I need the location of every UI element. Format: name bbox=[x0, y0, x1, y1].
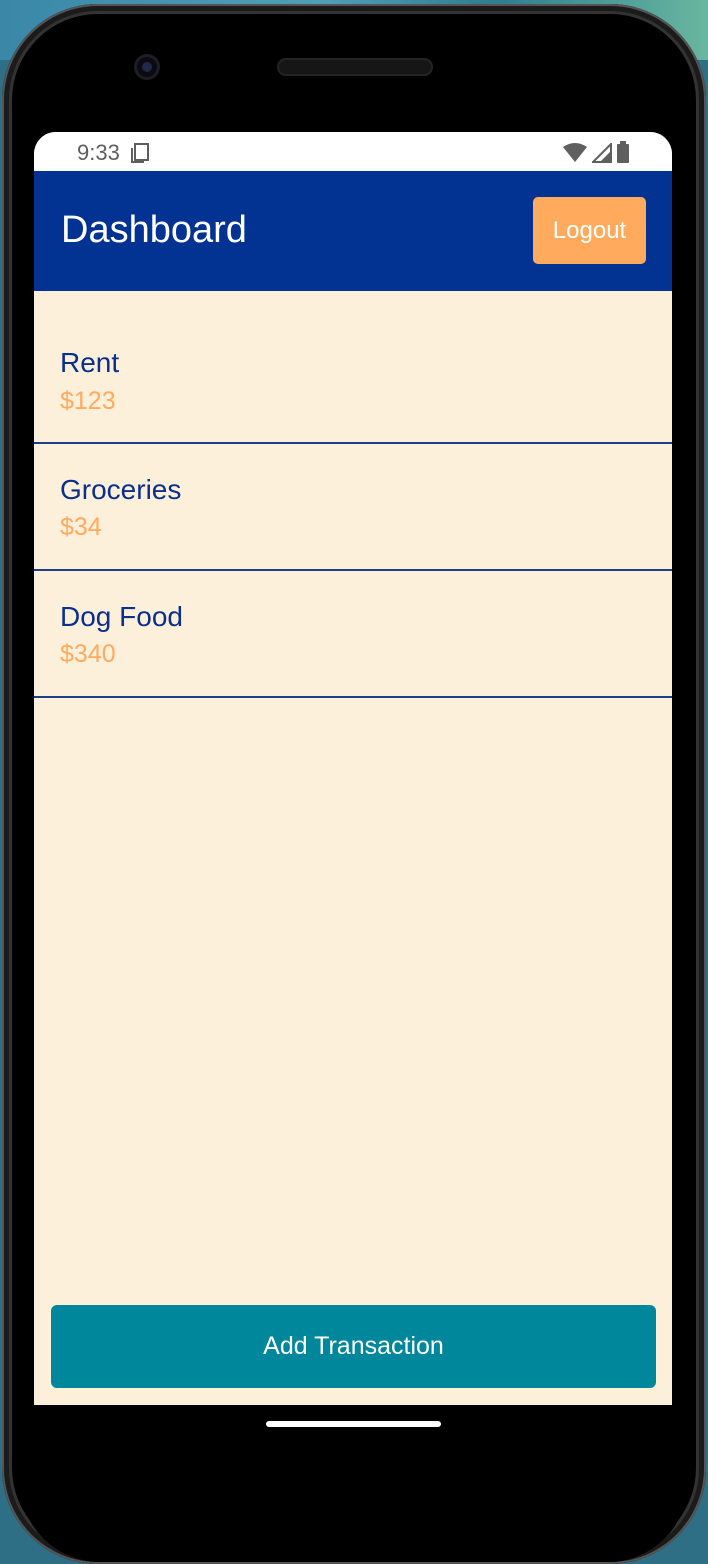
logout-button[interactable]: Logout bbox=[533, 197, 646, 264]
app-header: Dashboard Logout bbox=[34, 171, 672, 291]
status-icons bbox=[563, 141, 630, 168]
add-transaction-button[interactable]: Add Transaction bbox=[51, 1305, 656, 1388]
list-item[interactable]: Rent $123 bbox=[34, 291, 672, 444]
status-time: 9:33 bbox=[77, 140, 120, 165]
home-indicator[interactable] bbox=[266, 1421, 441, 1427]
wifi-icon bbox=[563, 143, 591, 167]
list-item[interactable]: Dog Food $340 bbox=[34, 571, 672, 698]
transaction-list: Rent $123 Groceries $34 Dog Food $340 bbox=[34, 291, 672, 698]
transaction-name: Rent bbox=[60, 347, 120, 378]
earpiece-speaker bbox=[277, 58, 433, 76]
status-bar: 9:33 bbox=[34, 132, 672, 171]
transaction-name: Groceries bbox=[60, 474, 182, 505]
transaction-amount: $340 bbox=[60, 640, 116, 668]
list-item[interactable]: Groceries $34 bbox=[34, 444, 672, 571]
signal-icon bbox=[590, 141, 616, 167]
front-camera bbox=[134, 54, 160, 80]
transaction-amount: $34 bbox=[60, 513, 102, 541]
app-screen: 9:33 Dashboard Logout Rent $123 Grocerie… bbox=[34, 132, 672, 1405]
transaction-amount: $123 bbox=[60, 387, 116, 415]
sim-card-icon bbox=[129, 142, 151, 169]
battery-icon bbox=[616, 141, 630, 167]
page-title: Dashboard bbox=[61, 209, 247, 251]
transaction-name: Dog Food bbox=[60, 601, 183, 632]
